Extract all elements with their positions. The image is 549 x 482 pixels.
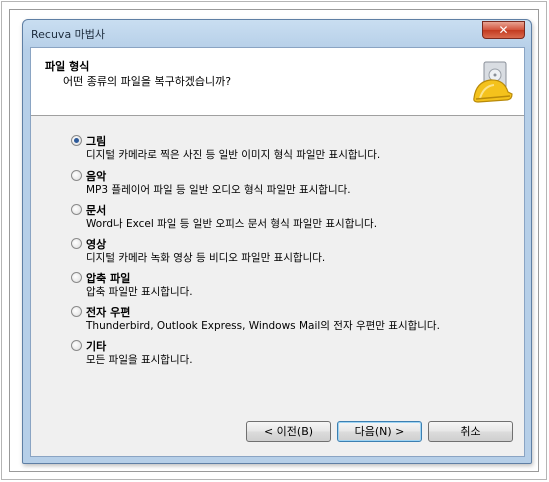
radio-music[interactable] [71, 170, 82, 181]
option-description: 모든 파일을 표시합니다. [86, 354, 193, 366]
cancel-button[interactable]: 취소 [428, 421, 513, 442]
title-bar[interactable]: Recuva 마법사 ✕ [23, 20, 531, 47]
option-description: Thunderbird, Outlook Express, Windows Ma… [86, 320, 440, 332]
file-type-options: 그림 디지털 카메라로 찍은 사진 등 일반 이미지 형식 파일만 표시합니다.… [31, 117, 524, 417]
recuva-hardhat-icon [473, 61, 513, 103]
option-description: MP3 플레이어 파일 등 일반 오디오 형식 파일만 표시합니다. [86, 184, 351, 196]
recuva-wizard-window: Recuva 마법사 ✕ 파일 형식 어떤 종류의 파일을 복구하겠습니까? 그… [22, 19, 532, 464]
radio-pictures[interactable] [71, 135, 82, 146]
option-description: 디지털 카메라로 찍은 사진 등 일반 이미지 형식 파일만 표시합니다. [86, 149, 381, 161]
radio-email[interactable] [71, 306, 82, 317]
radio-documents[interactable] [71, 204, 82, 215]
wizard-header: 파일 형식 어떤 종류의 파일을 복구하겠습니까? [31, 48, 524, 116]
radio-compressed[interactable] [71, 272, 82, 283]
window-title: Recuva 마법사 [31, 28, 106, 41]
back-button[interactable]: < 이전(B) [246, 421, 331, 442]
radio-other[interactable] [71, 340, 82, 351]
option-description: 디지털 카메라 녹화 영상 등 비디오 파일만 표시합니다. [86, 252, 326, 264]
close-button[interactable]: ✕ [482, 21, 525, 39]
page-subtitle: 어떤 종류의 파일을 복구하겠습니까? [63, 75, 232, 88]
next-button[interactable]: 다음(N) > [337, 421, 422, 442]
close-icon: ✕ [498, 23, 509, 37]
option-description: 압축 파일만 표시합니다. [86, 286, 193, 298]
page-title: 파일 형식 [45, 60, 90, 73]
radio-video[interactable] [71, 238, 82, 249]
option-description: Word나 Excel 파일 등 일반 오피스 문서 형식 파일만 표시합니다. [86, 218, 378, 230]
wizard-client-area: 파일 형식 어떤 종류의 파일을 복구하겠습니까? 그림 디지털 카메라로 찍은… [30, 47, 525, 457]
